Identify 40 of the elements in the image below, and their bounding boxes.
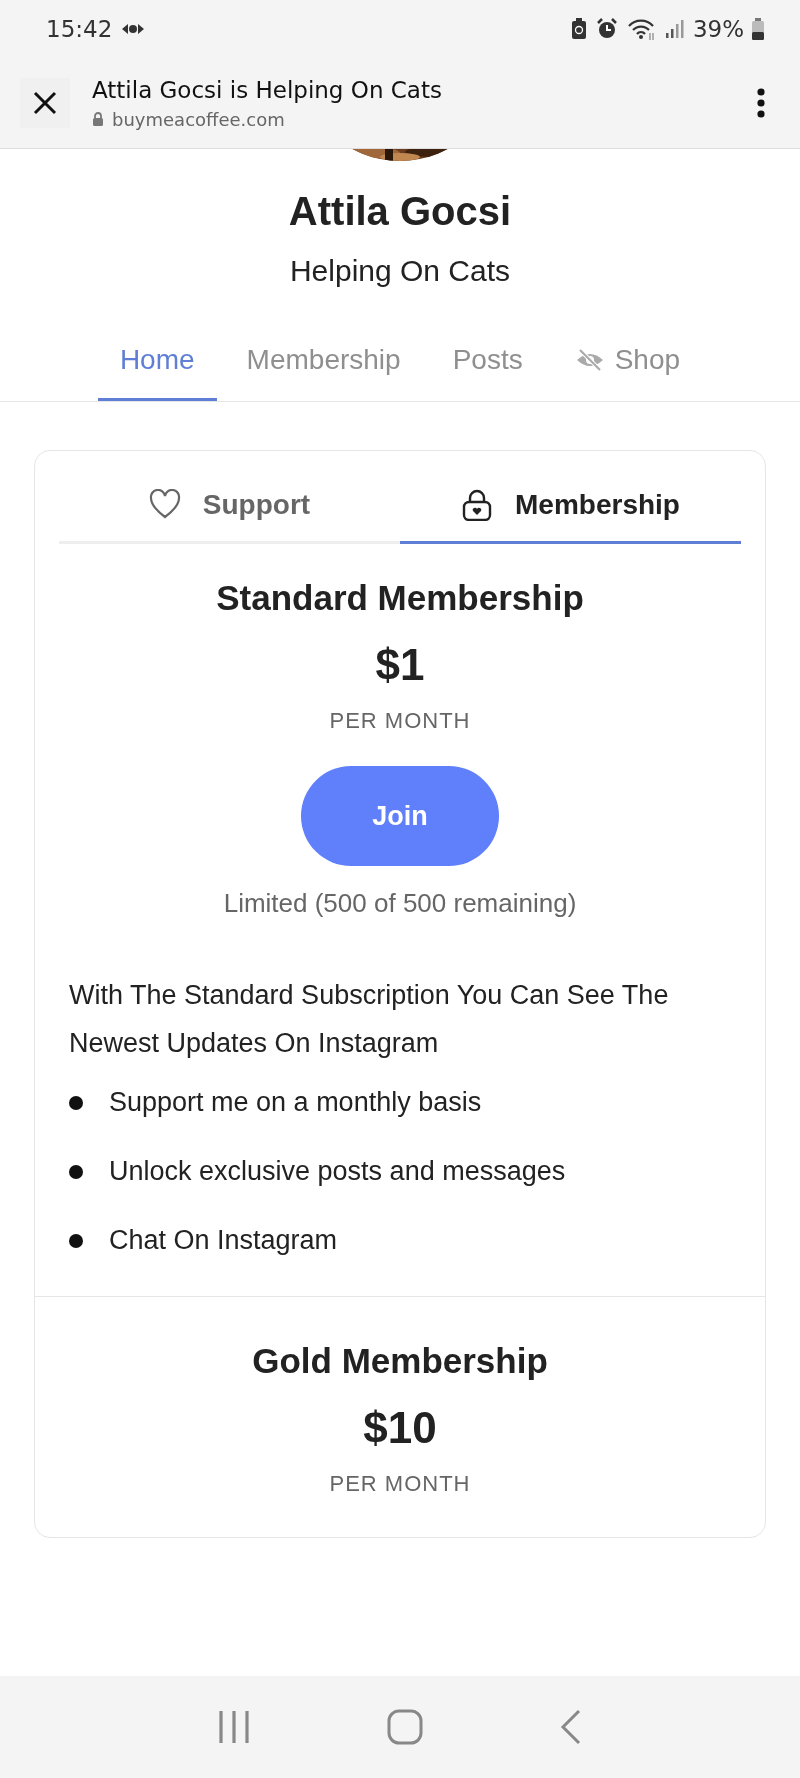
- bullet-icon: [69, 1233, 83, 1248]
- signal-icon: [664, 19, 685, 39]
- nav-tab[interactable]: Posts: [430, 332, 545, 401]
- profile-name: Attila Gocsi: [287, 189, 513, 234]
- recent-apps-icon[interactable]: [218, 1709, 251, 1745]
- perk-text: Unlock exclusive posts and messages: [109, 1156, 566, 1187]
- battery-percent: 39%: [692, 16, 744, 42]
- lock-icon: [92, 112, 104, 126]
- tier-title: Gold Membership: [251, 1341, 549, 1381]
- bullet-icon: [69, 1095, 83, 1110]
- perk-text: Chat On Instagram: [109, 1225, 338, 1256]
- nav-tab[interactable]: Shop: [552, 332, 703, 401]
- back-icon[interactable]: [559, 1709, 582, 1745]
- nav-tab[interactable]: Membership: [224, 332, 423, 401]
- bullet-icon: [69, 1164, 83, 1179]
- billing-period: PER MONTH: [328, 708, 472, 734]
- billing-period: PER MONTH: [328, 1471, 472, 1497]
- card-tab[interactable]: Support: [59, 489, 400, 544]
- profile-tagline: Helping On Cats: [288, 254, 512, 288]
- more-icon: [756, 88, 766, 118]
- page-title: Attila Gocsi is Helping On Cats: [92, 76, 442, 103]
- availability-note: Limited (500 of 500 remaining): [222, 888, 578, 919]
- join-button[interactable]: Join: [301, 766, 499, 866]
- tier-description: With The Standard Subscription You Can See The Newest Updates On Instagram: [69, 979, 670, 1060]
- nav-tab[interactable]: Home: [97, 332, 217, 401]
- wifi-icon: [626, 17, 657, 41]
- tier-title: Standard Membership: [215, 578, 585, 618]
- battery-icon: [752, 18, 764, 40]
- tier-price: $1: [374, 640, 426, 690]
- close-button[interactable]: [20, 78, 70, 128]
- page-url: buymeacoffee.com: [112, 108, 285, 130]
- perk-text: Support me on a monthly basis: [109, 1087, 482, 1118]
- padlock-heart-icon: [461, 489, 494, 521]
- heart-icon: [148, 489, 181, 521]
- tier-price: $10: [362, 1403, 438, 1453]
- card-tab[interactable]: Membership: [400, 489, 741, 544]
- home-icon[interactable]: [387, 1709, 423, 1745]
- close-icon: [32, 90, 58, 116]
- battery-saver-icon: [570, 18, 587, 40]
- clock-time: 15:42: [46, 16, 113, 42]
